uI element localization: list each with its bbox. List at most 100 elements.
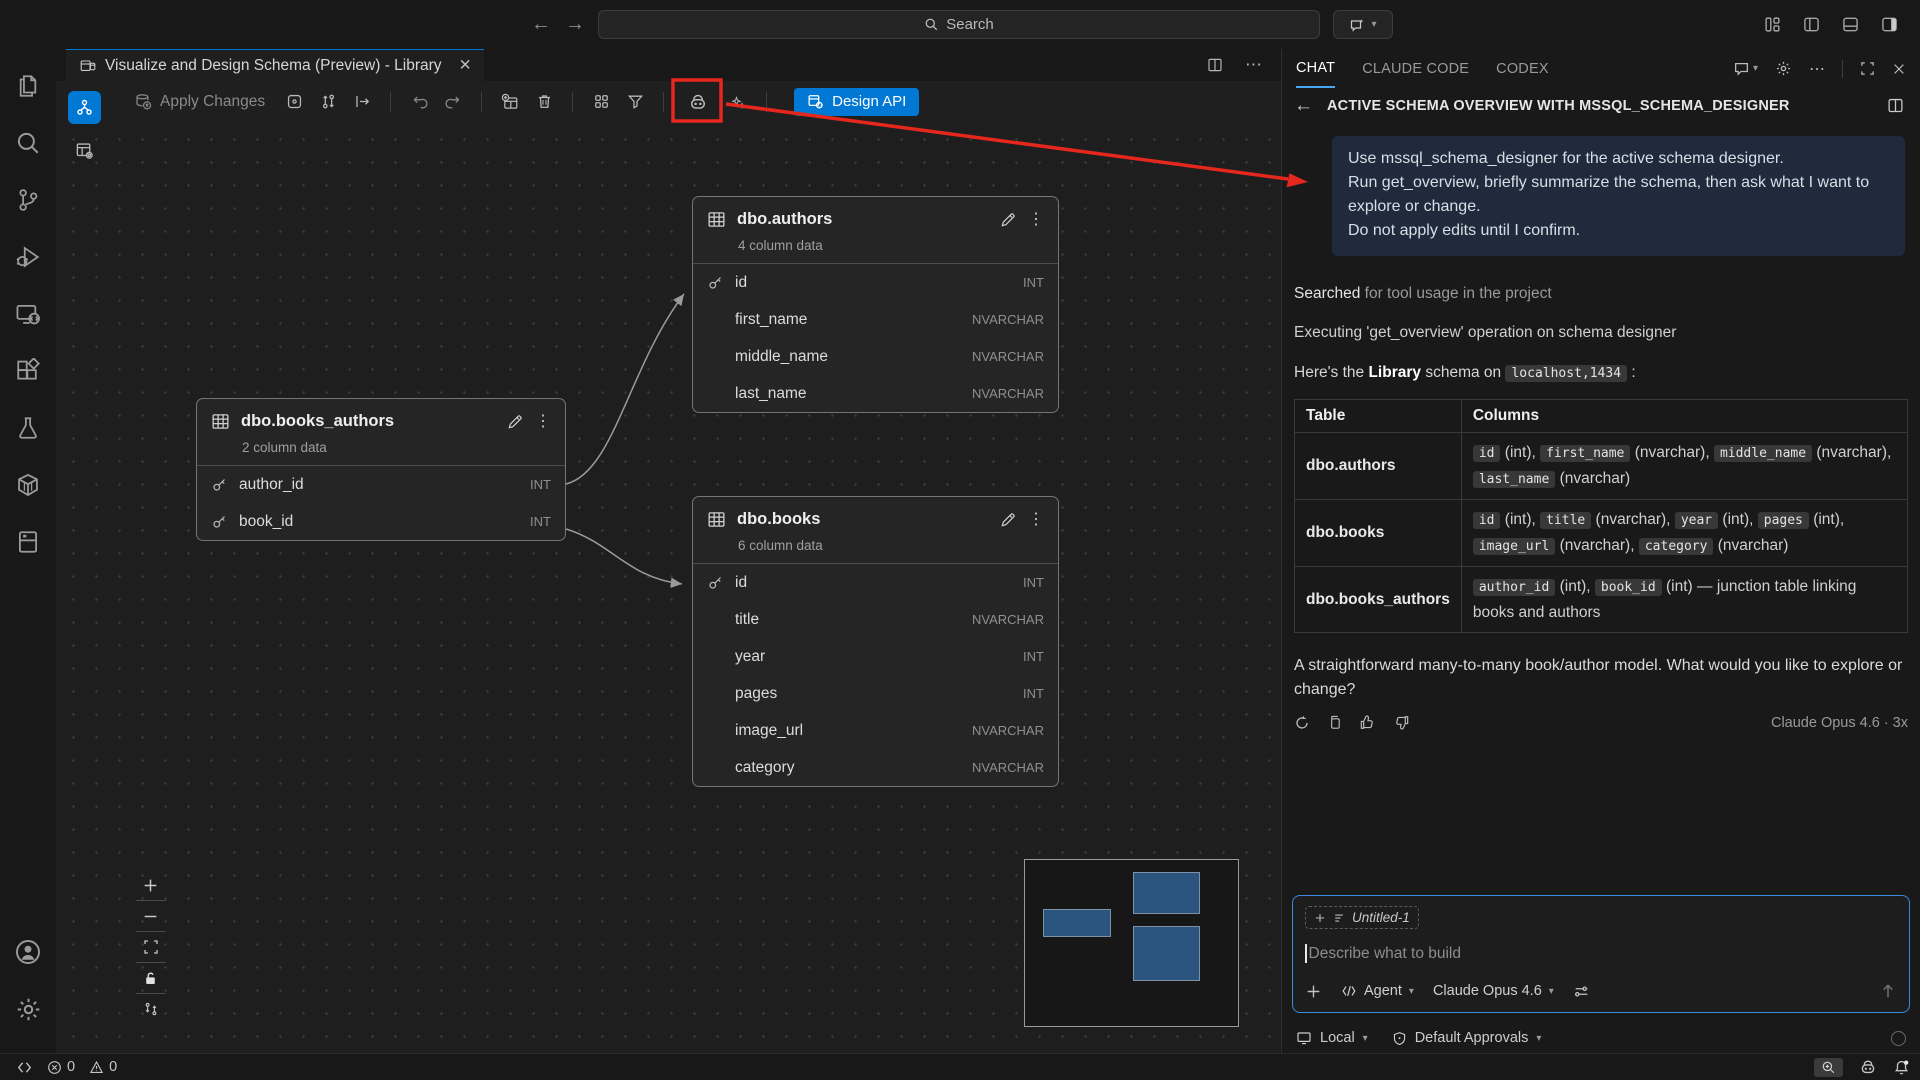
history-forward-icon[interactable]: →: [565, 13, 585, 36]
schema-node-dbo-books_authors[interactable]: dbo.books_authors⋮2 column dataauthor_id…: [196, 398, 566, 541]
zoom-status-button[interactable]: [1814, 1058, 1843, 1077]
database-server-icon[interactable]: [8, 519, 48, 565]
model-picker[interactable]: Claude Opus 4.6 ▾: [1433, 983, 1554, 999]
tab-chat[interactable]: CHAT: [1296, 49, 1335, 88]
customize-layout-icon[interactable]: [1764, 16, 1781, 33]
column-type: INT: [1023, 649, 1044, 664]
edit-table-icon[interactable]: [999, 211, 1017, 229]
zoom-out-button[interactable]: [132, 901, 169, 931]
lock-canvas-button[interactable]: [132, 963, 169, 993]
schema-canvas[interactable]: dbo.books_authors⋮2 column dataauthor_id…: [56, 122, 1281, 1053]
copilot-chat-titlebar-button[interactable]: ▾: [1333, 10, 1393, 39]
editor-more-actions-icon[interactable]: ⋯: [1245, 55, 1263, 75]
mode-picker[interactable]: Agent ▾: [1341, 983, 1414, 999]
node-column-row[interactable]: idINT: [693, 564, 1058, 601]
account-icon[interactable]: [8, 929, 48, 975]
node-column-row[interactable]: idINT: [693, 264, 1058, 301]
auto-layout-grid-icon[interactable]: [586, 87, 616, 117]
schema-diagram-view-button[interactable]: [68, 91, 101, 124]
copilot-schema-icon[interactable]: [683, 87, 713, 117]
command-search-input[interactable]: Search: [598, 10, 1320, 39]
node-column-row[interactable]: yearINT: [693, 638, 1058, 675]
add-table-icon[interactable]: [495, 87, 525, 117]
copy-icon[interactable]: [1327, 715, 1342, 730]
warnings-indicator[interactable]: 0: [89, 1059, 117, 1075]
tab-close-icon[interactable]: ✕: [459, 56, 472, 75]
attach-icon[interactable]: [1305, 983, 1322, 1000]
history-back-icon[interactable]: ←: [531, 13, 551, 36]
model-settings-sliders-icon[interactable]: [1573, 983, 1590, 1000]
chat-text-input[interactable]: Describe what to build: [1305, 944, 1897, 963]
source-control-icon[interactable]: [8, 177, 48, 223]
node-more-menu-icon[interactable]: ⋮: [1028, 215, 1044, 225]
export-icon[interactable]: [347, 87, 377, 117]
search-sidebar-icon[interactable]: [8, 120, 48, 166]
node-column-row[interactable]: pagesINT: [693, 675, 1058, 712]
back-icon[interactable]: ←: [1294, 95, 1313, 117]
filter-icon[interactable]: [620, 87, 650, 117]
toggle-secondary-sidebar-icon[interactable]: [1881, 16, 1898, 33]
settings-gear-icon[interactable]: [8, 986, 48, 1032]
node-column-row[interactable]: image_urlNVARCHAR: [693, 712, 1058, 749]
undo-icon[interactable]: [404, 87, 434, 117]
auto-arrange-button[interactable]: [132, 994, 169, 1024]
node-more-menu-icon[interactable]: ⋮: [535, 417, 551, 427]
split-editor-icon[interactable]: [1207, 57, 1223, 73]
publish-database-icon: [134, 93, 152, 111]
container-cube-icon[interactable]: [8, 462, 48, 508]
tool-step-searched[interactable]: Searched for tool usage in the project: [1294, 285, 1908, 303]
node-column-row[interactable]: titleNVARCHAR: [693, 601, 1058, 638]
errors-indicator[interactable]: 0: [47, 1059, 75, 1075]
node-column-row[interactable]: author_idINT: [197, 466, 565, 503]
test-beaker-icon[interactable]: [8, 405, 48, 451]
maximize-panel-icon[interactable]: [1860, 61, 1875, 76]
sparkle-icon[interactable]: [723, 87, 753, 117]
node-column-row[interactable]: middle_nameNVARCHAR: [693, 338, 1058, 375]
fit-view-button[interactable]: [132, 932, 169, 962]
node-column-row[interactable]: categoryNVARCHAR: [693, 749, 1058, 786]
chat-input-box[interactable]: Untitled-1 Describe what to build Agent …: [1292, 895, 1910, 1013]
toggle-panel-icon[interactable]: [1842, 16, 1859, 33]
chat-more-actions-icon[interactable]: ⋯: [1809, 59, 1825, 79]
tab-codex[interactable]: CODEX: [1496, 49, 1549, 88]
view-code-icon[interactable]: [279, 87, 309, 117]
context-chip[interactable]: Untitled-1: [1305, 906, 1419, 929]
environment-picker[interactable]: Local ▾: [1296, 1030, 1368, 1046]
toggle-primary-sidebar-icon[interactable]: [1803, 16, 1820, 33]
node-column-row[interactable]: last_nameNVARCHAR: [693, 375, 1058, 412]
explorer-icon[interactable]: [8, 63, 48, 109]
node-column-row[interactable]: book_idINT: [197, 503, 565, 540]
remote-indicator-icon[interactable]: [16, 1059, 33, 1076]
node-more-menu-icon[interactable]: ⋮: [1028, 515, 1044, 525]
approvals-picker[interactable]: Default Approvals ▾: [1392, 1030, 1542, 1046]
schema-node-dbo-books[interactable]: dbo.books⋮6 column dataidINTtitleNVARCHA…: [692, 496, 1059, 787]
node-column-row[interactable]: first_nameNVARCHAR: [693, 301, 1058, 338]
thumbs-up-icon[interactable]: [1359, 714, 1376, 731]
redo-icon[interactable]: [438, 87, 468, 117]
close-panel-icon[interactable]: [1892, 62, 1906, 76]
thumbs-down-icon[interactable]: [1393, 714, 1410, 731]
compare-changes-icon[interactable]: [313, 87, 343, 117]
edit-table-icon[interactable]: [506, 413, 524, 431]
design-api-button[interactable]: Design API: [794, 88, 919, 116]
column-type: NVARCHAR: [972, 760, 1044, 775]
notifications-bell-icon[interactable]: [1893, 1059, 1910, 1076]
run-debug-icon[interactable]: [8, 234, 48, 280]
schema-node-dbo-authors[interactable]: dbo.authors⋮4 column dataidINTfirst_name…: [692, 196, 1059, 413]
edit-table-icon[interactable]: [999, 511, 1017, 529]
retry-icon[interactable]: [1294, 715, 1310, 731]
extensions-icon[interactable]: [8, 348, 48, 394]
minimap[interactable]: [1024, 859, 1239, 1027]
table-designer-view-button[interactable]: [68, 134, 101, 167]
zoom-in-button[interactable]: [132, 870, 169, 900]
apply-changes-button[interactable]: Apply Changes: [134, 93, 265, 111]
chat-settings-gear-icon[interactable]: [1775, 60, 1792, 77]
new-chat-button[interactable]: ▾: [1733, 60, 1758, 77]
tab-schema-designer[interactable]: Visualize and Design Schema (Preview) - …: [66, 49, 484, 81]
open-in-editor-icon[interactable]: [1887, 97, 1904, 114]
tab-claude-code[interactable]: CLAUDE CODE: [1362, 49, 1469, 88]
send-icon[interactable]: [1879, 982, 1897, 1000]
delete-table-icon[interactable]: [529, 87, 559, 117]
remote-explorer-icon[interactable]: [8, 291, 48, 337]
copilot-status-icon[interactable]: [1859, 1058, 1877, 1076]
